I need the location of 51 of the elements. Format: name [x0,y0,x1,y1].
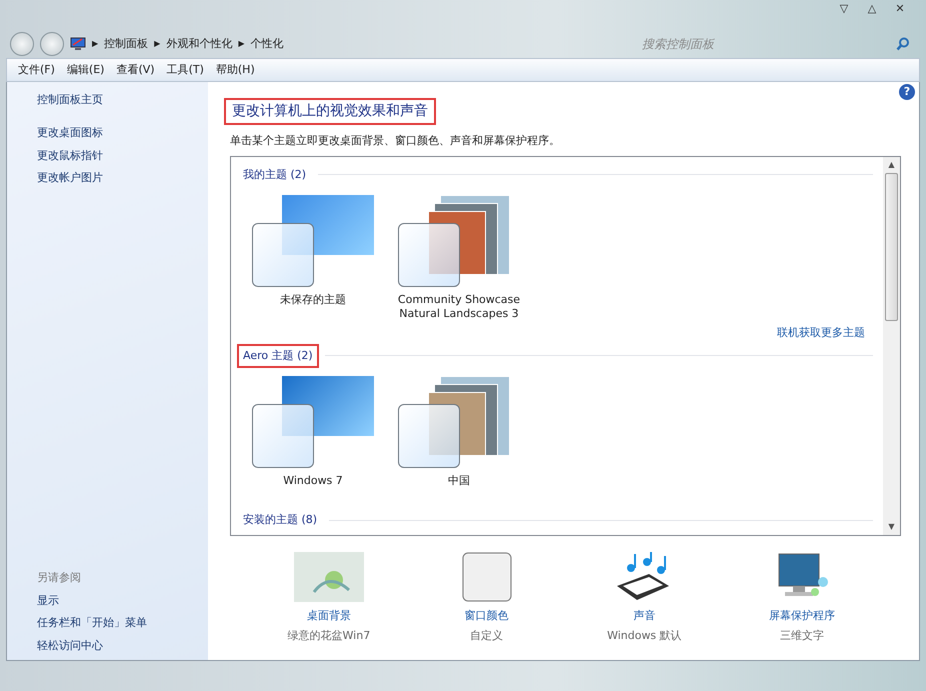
breadcrumb-item[interactable]: 外观和个性化 [166,36,232,52]
menu-item[interactable]: 工具(T) [162,60,209,80]
setting-value: 自定义 [470,628,504,644]
sidebar-link[interactable]: 任务栏和「开始」菜单 [37,615,208,632]
sidebar-link[interactable]: 显示 [37,592,208,609]
see-also-heading: 另请参阅 [37,570,82,586]
help-icon[interactable]: ? [899,84,915,100]
theme-name: 未保存的主题 [280,293,346,308]
group-heading: 安装的主题 (8) [242,512,318,528]
sidebar-link[interactable]: 更改帐户图片 [37,170,208,186]
theme-name: Windows 7 [283,474,343,488]
description-text: 单击某个主题立即更改桌面背景、窗口颜色、声音和屏幕保护程序。 [230,133,561,149]
breadcrumb-arrow[interactable]: ▶ [154,38,160,50]
setting-link[interactable]: 声音 [633,608,656,624]
back-button[interactable] [10,32,34,56]
setting-value: 三维文字 [780,628,824,644]
setting-link[interactable]: 桌面背景 [306,608,351,624]
scrollbar[interactable]: ▲ ▼ [883,156,900,534]
forward-button[interactable] [40,32,64,56]
minimize-button[interactable]: ▽ [832,0,856,18]
theme-name: 中国 [448,474,470,488]
get-more-themes-link[interactable]: 联机获取更多主题 [777,325,873,342]
sidebar-link[interactable]: 轻松访问中心 [37,638,208,654]
sidebar-link[interactable]: 控制面板主页 [37,92,208,108]
setting-link[interactable]: 窗口颜色 [464,608,509,624]
theme-preview-drawing[interactable] [252,195,374,287]
group-heading: Aero 主题 (2) [237,344,319,368]
setting-value: 绿意的花盆Win7 [288,628,370,644]
menu-item[interactable]: 编辑(E) [62,60,110,80]
page-heading: 更改计算机上的视觉效果和声音 [224,98,436,125]
breadcrumb-arrow[interactable]: ▶ [92,38,98,50]
scroll-down-arrow[interactable]: ▼ [888,518,895,534]
setting-link[interactable]: 屏幕保护程序 [769,608,836,624]
sidebar-link[interactable]: 更改鼠标指针 [37,148,208,164]
wallpaper-thumbnail-icon[interactable] [294,552,364,602]
group-heading: 我的主题 (2) [242,166,308,182]
close-button[interactable]: ✕ [888,0,912,18]
setting-value: Windows 默认 [607,628,682,644]
menu-item[interactable]: 查看(V) [111,60,160,80]
breadcrumb-arrow[interactable]: ▶ [238,38,244,50]
breadcrumb-item[interactable]: 个性化 [250,36,284,52]
maximize-button[interactable]: △ [860,0,884,18]
search-icon[interactable] [896,37,910,51]
theme-name: Community Showcase Natural Landscapes 3 [398,293,520,322]
search-field[interactable]: 搜索控制面板 [640,33,890,55]
menu-item[interactable]: 帮助(H) [210,60,260,80]
breadcrumb-item[interactable]: 控制面板 [104,36,148,52]
scroll-up-arrow[interactable]: ▲ [888,156,895,172]
menu-item[interactable]: 文件(F) [13,60,60,80]
theme-preview-drawing[interactable] [252,376,374,468]
sidebar-link[interactable]: 更改桌面图标 [37,125,208,142]
